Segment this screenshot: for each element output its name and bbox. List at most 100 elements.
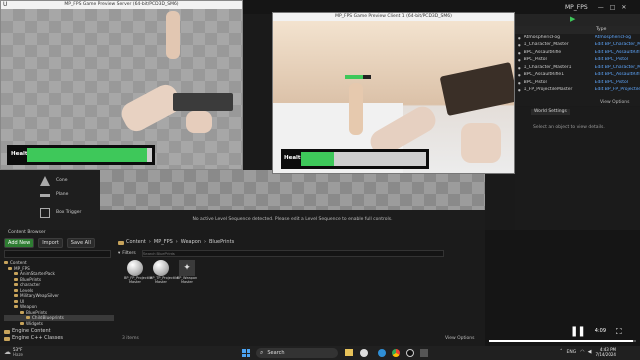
client-preview-window[interactable]: MP_FPS Game Preview Client 1 (64-bit/PCD… [272, 12, 515, 174]
folder-icon [4, 336, 10, 341]
place-item[interactable]: Plane [40, 192, 68, 198]
volume-icon[interactable]: ◀ [588, 349, 592, 355]
import-button[interactable]: Import [38, 238, 63, 248]
place-item[interactable]: Cone [40, 176, 68, 186]
folder-tree-item[interactable]: Widgets [4, 321, 114, 327]
pause-icon[interactable]: ❚❚ [570, 326, 586, 337]
breadcrumb-item[interactable]: MP_FPS [154, 239, 173, 246]
app-icon[interactable] [420, 349, 428, 357]
editor-toolbar: ▶ [515, 14, 640, 26]
outliner-view-options[interactable]: View Options [600, 100, 629, 106]
fullscreen-icon[interactable]: ⛶ [616, 327, 622, 337]
folder-icon [8, 266, 12, 270]
filters-button[interactable]: Filters [122, 251, 136, 257]
minimize-button[interactable]: — [598, 4, 604, 11]
outliner-row[interactable]: ● 1_Character_Master1 Edit BP_Character_M [515, 64, 640, 72]
player-hand [461, 123, 501, 163]
outliner-row[interactable]: ● 1_FP_ProjectileMaster Edit BP_FP_Project… [515, 87, 640, 95]
details-empty-message: Select an object to view details. [533, 125, 605, 130]
tab-world-settings[interactable]: World Settings [531, 109, 570, 115]
language-indicator[interactable]: ENG [567, 350, 577, 355]
asset-tile[interactable]: BP_FP_Projectile Master [124, 260, 152, 284]
outliner-row-name: BPC_Pistol [523, 57, 547, 63]
outliner-row-type[interactable]: Edit BP_Character_M [595, 42, 640, 48]
outliner-row[interactable]: ● 1_Character_Master Edit BP_Character_M [515, 42, 640, 50]
unreal-engine-icon[interactable] [360, 349, 368, 357]
save-all-button[interactable]: Save All [66, 238, 95, 248]
outliner-row[interactable]: ● AtmosphericFog AtmosphericFog [515, 34, 640, 42]
outliner-row-name: AtmosphericFog [523, 34, 560, 40]
outliner-row-type[interactable]: Edit BPC_Pistol [595, 80, 640, 86]
box-trigger-icon [40, 208, 50, 218]
visibility-icon[interactable]: ● [518, 57, 521, 63]
outliner-row-type[interactable]: AtmosphericFog [595, 35, 640, 41]
outliner-row[interactable]: ● BPC_Pistol Edit BPC_Pistol [515, 79, 640, 87]
tray-up-icon[interactable]: ˄ [560, 349, 563, 355]
weather-widget[interactable]: ☁ 53°F Haze [4, 347, 23, 357]
mannequin-figure [349, 83, 363, 135]
plane-icon [40, 193, 50, 197]
close-button[interactable]: ✕ [621, 4, 626, 11]
breadcrumb-item[interactable]: BluePrints [209, 239, 234, 246]
outliner-row-name: BPC_AssaultRifle [523, 49, 562, 55]
place-item-label: Cone [56, 178, 68, 183]
chrome-icon[interactable] [392, 349, 400, 357]
play-icon[interactable]: ▶ [570, 15, 575, 23]
taskbar: ☁ 53°F Haze ⌕ Search ˄ ENG ◠ ◀ 4:43 PM 7… [0, 346, 640, 360]
folder-tree-label: Engine C++ Classes [12, 335, 64, 341]
outliner-row[interactable]: ● BPC_Pistol Edit BPC_Pistol [515, 57, 640, 65]
visibility-icon[interactable]: ● [518, 80, 521, 86]
breadcrumb-item[interactable]: Weapon [181, 239, 201, 246]
outliner-row[interactable]: ● BPC_AssaultRifle1 Edit BPC_AssaultRifl [515, 72, 640, 80]
folder-tree-root[interactable]: Engine C++ Classes [4, 335, 114, 342]
maximize-button[interactable]: □ [610, 4, 616, 11]
outliner-row-type[interactable]: Edit BPC_AssaultRifl [595, 72, 640, 78]
level-sequence-message: No active Level Sequence detected. Pleas… [192, 217, 393, 222]
outliner-row-type[interactable]: Edit BP_FP_Projectile [595, 87, 640, 93]
taskbar-search-placeholder: Search [267, 350, 285, 356]
import-label: Import [42, 240, 59, 246]
server-window-title: MP_FPS Game Preview Server (64-bit/PCD3D… [1, 1, 242, 9]
asset-tile[interactable]: ✦ BP_Weapon Master [176, 260, 198, 284]
server-preview-window[interactable]: MP_FPS Game Preview Server (64-bit/PCD3D… [0, 0, 243, 170]
folder-search-input[interactable] [4, 250, 111, 258]
ue-app-icon[interactable] [406, 349, 414, 357]
enemy-health-fill [345, 75, 364, 79]
place-item[interactable]: Box Trigger [40, 208, 81, 218]
folder-tree-root[interactable]: Engine Content [4, 328, 114, 335]
media-overlay: ❚❚ 4:09 ⛶ [485, 230, 640, 346]
clock-date[interactable]: 7/14/2024 [595, 352, 616, 357]
health-bar-fill [27, 148, 147, 162]
visibility-icon[interactable]: ● [518, 87, 521, 93]
folder-icon [20, 310, 24, 314]
tab-content-browser[interactable]: Content Browser [8, 230, 46, 236]
file-explorer-icon[interactable] [345, 349, 353, 356]
breadcrumb-sep: › [204, 239, 206, 245]
asset-search-input[interactable] [141, 250, 444, 257]
visibility-icon[interactable]: ● [518, 42, 521, 48]
visibility-icon[interactable]: ● [518, 65, 521, 71]
outliner-header: Type [515, 26, 640, 34]
visibility-icon[interactable]: ● [518, 72, 521, 78]
wifi-icon[interactable]: ◠ [580, 349, 584, 355]
add-new-button[interactable]: Add New [4, 238, 35, 248]
outliner-row-type[interactable]: Edit BPC_AssaultRifl [595, 50, 640, 56]
asset-tile[interactable]: BP_TP_Projectile Master [150, 260, 178, 284]
media-progress[interactable] [489, 340, 636, 342]
health-bar-fill [301, 152, 334, 166]
outliner-row-name: 1_FP_ProjectileMaster [523, 87, 573, 93]
weather-desc: Haze [13, 352, 24, 357]
outliner-row-type[interactable]: Edit BPC_Pistol [595, 57, 640, 63]
edge-icon[interactable] [378, 349, 386, 357]
visibility-icon[interactable]: ● [518, 35, 521, 41]
windows-start-icon[interactable] [242, 349, 250, 357]
content-view-options[interactable]: View Options [445, 336, 474, 342]
outliner-row[interactable]: ● BPC_AssaultRifle Edit BPC_AssaultRifl [515, 49, 640, 57]
folder-icon [4, 261, 8, 265]
outliner-row-type[interactable]: Edit BP_Character_M [595, 65, 640, 71]
place-item-label: Box Trigger [56, 210, 82, 215]
taskbar-search[interactable]: ⌕ Search [256, 348, 338, 358]
breadcrumb-item[interactable]: Content [126, 239, 146, 246]
visibility-icon[interactable]: ● [518, 50, 521, 56]
weather-icon: ☁ [4, 348, 11, 356]
